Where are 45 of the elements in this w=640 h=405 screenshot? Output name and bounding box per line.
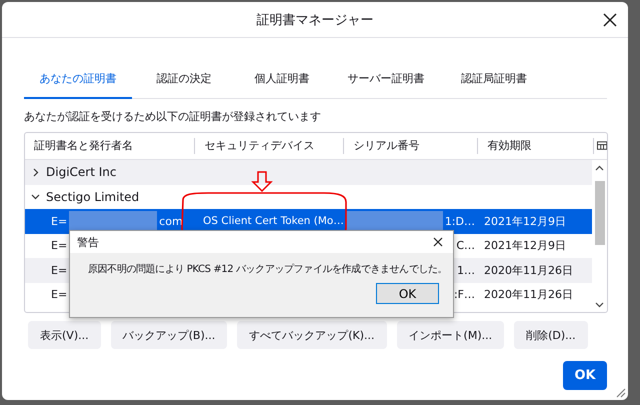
column-header[interactable]: 証明書名と発行者名 (25, 138, 196, 154)
table-cell: OS Client Cert Token (Mo… (203, 215, 344, 228)
action-button[interactable]: バックアップ(B)... (110, 321, 228, 349)
ok-button[interactable]: OK (563, 361, 607, 390)
table-cell: 2020年11月26日 (484, 262, 573, 278)
table-cell: 1:D… (444, 214, 475, 228)
close-icon[interactable] (603, 13, 617, 27)
tab[interactable]: あなたの証明書 (24, 65, 132, 99)
table-cell: :F… (454, 288, 475, 302)
scroll-thumb[interactable] (594, 181, 604, 245)
action-button[interactable]: インポート(M)... (396, 321, 504, 349)
ok-button[interactable]: OK (376, 283, 439, 304)
table-cell: Sectigo Limited (46, 190, 140, 204)
action-button[interactable]: 表示(V)... (28, 321, 101, 349)
close-icon[interactable] (433, 237, 443, 247)
chevron-down-icon[interactable] (31, 192, 40, 202)
table-cell: 2020年11月26日 (484, 287, 573, 302)
column-picker-icon[interactable] (596, 140, 607, 152)
scroll-up-icon[interactable] (595, 165, 604, 171)
alert-message: 原因不明の問題により PKCS #12 バックアップファイルを作成できませんでした。 (88, 262, 448, 276)
tab[interactable]: サーバー証明書 (328, 65, 444, 99)
chevron-right-icon[interactable] (31, 168, 40, 177)
action-button[interactable]: 削除(D)... (514, 321, 588, 349)
table-cell: 2021年12月9日 (484, 214, 566, 229)
table-cell: 2021年12月9日 (484, 238, 566, 254)
description-text: あなたが認証を受けるため以下の証明書が登録されています (24, 109, 322, 124)
table-cell: C… (456, 239, 475, 252)
alert-title: 警告 (77, 234, 99, 250)
table-cell: 1… (457, 264, 475, 277)
table-cell: E= (51, 214, 68, 228)
column-header[interactable]: 有効期限 (478, 138, 594, 154)
tab[interactable]: 認証局証明書 (444, 65, 544, 99)
window-title: 証明書マネージャー (256, 12, 374, 28)
tab[interactable]: 認証の決定 (132, 65, 236, 99)
group-row[interactable]: DigiCert Inc (25, 160, 592, 184)
scroll-down-icon[interactable] (595, 302, 604, 308)
column-header[interactable]: シリアル番号 (344, 138, 478, 154)
table-cell: DigiCert Inc (46, 165, 116, 180)
column-header[interactable]: セキュリティデバイス (195, 138, 344, 154)
action-button[interactable]: すべてバックアップ(K)... (237, 321, 387, 349)
resize-grip-icon[interactable] (616, 388, 626, 398)
group-row[interactable]: Sectigo Limited (25, 184, 592, 209)
tab[interactable]: 個人証明書 (236, 65, 328, 99)
table-cell: E= (51, 264, 68, 277)
table-cell: com (159, 214, 183, 228)
